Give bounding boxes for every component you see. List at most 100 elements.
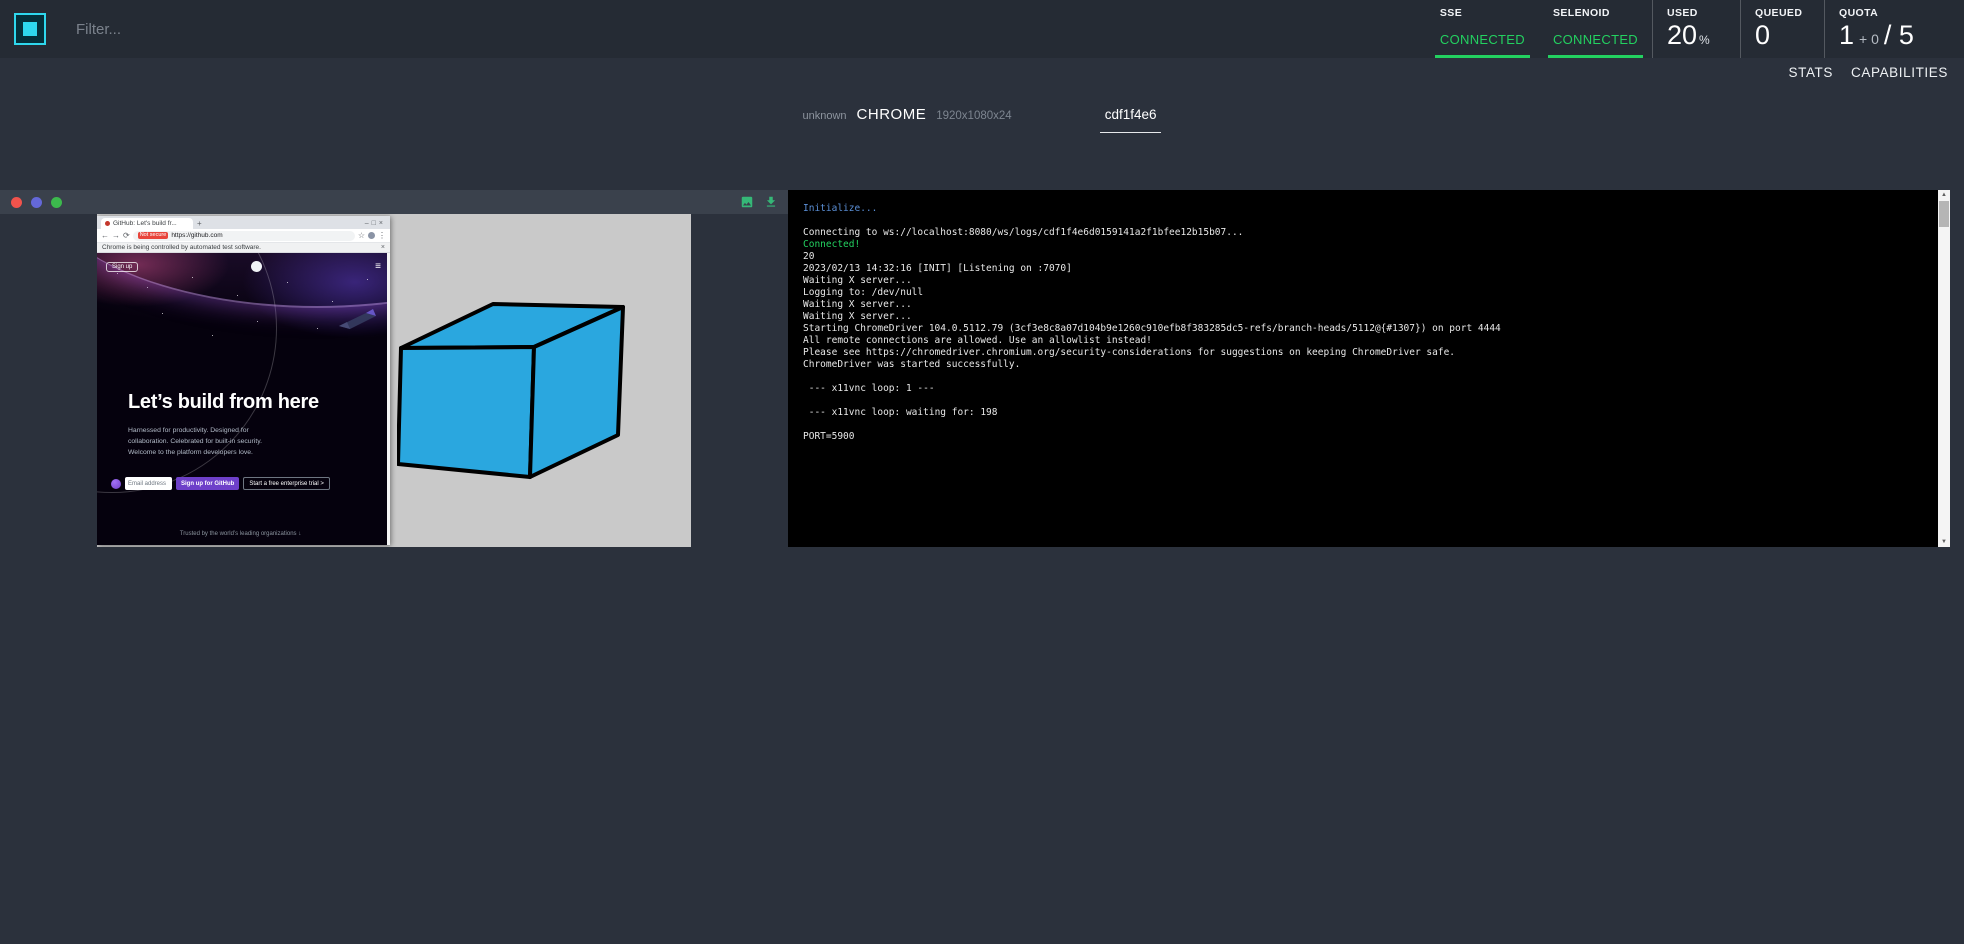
stat-selenoid: SELENOID CONNECTED xyxy=(1539,0,1652,58)
session-entry[interactable]: unknown CHROME 1920x1080x24 cdf1f4e6 xyxy=(0,106,1964,133)
stat-selenoid-value: CONNECTED xyxy=(1553,32,1638,47)
automation-infobar: Chrome is being controlled by automated … xyxy=(97,243,390,253)
log-line xyxy=(803,215,1916,227)
hero-cta-row: Email address Sign up for GitHub Start a… xyxy=(111,477,330,490)
hero-heading: Let’s build from here xyxy=(128,391,319,414)
session-id-link[interactable]: cdf1f4e6 xyxy=(1100,107,1162,133)
stat-sse-value: CONNECTED xyxy=(1440,32,1525,47)
stat-selenoid-label: SELENOID xyxy=(1553,7,1638,19)
log-line: --- x11vnc loop: waiting for: 198 xyxy=(803,407,1916,419)
stat-quota-pending: + 0 xyxy=(1859,31,1879,47)
stat-sse: SSE CONNECTED xyxy=(1426,0,1539,58)
vnc-screen[interactable]: GitHub: Let's build fr... + –□× ← → ⟳ No… xyxy=(0,214,788,547)
log-line: Initialize... xyxy=(803,203,1916,215)
forward-icon[interactable]: → xyxy=(112,232,120,240)
close-session-button[interactable] xyxy=(11,197,22,208)
stat-quota-label: QUOTA xyxy=(1839,7,1944,19)
stat-quota-limit: / 5 xyxy=(1884,22,1914,49)
expand-button[interactable] xyxy=(51,197,62,208)
code-icon[interactable] xyxy=(111,479,121,489)
vnc-actions xyxy=(740,190,778,214)
github-signup-button[interactable]: Sign up for GitHub xyxy=(176,477,239,490)
status-bar: SSE CONNECTED SELENOID CONNECTED USED 20… xyxy=(1426,0,1964,58)
log-line xyxy=(803,395,1916,407)
stat-queued-value: 0 xyxy=(1755,22,1770,49)
new-tab-icon[interactable]: + xyxy=(197,219,202,228)
spaceship-illustration xyxy=(336,305,378,331)
stat-quota-current: 1 xyxy=(1839,22,1854,49)
log-line: Please see https://chromedriver.chromium… xyxy=(803,347,1916,359)
log-line: Connected! xyxy=(803,239,1916,251)
stat-quota: QUOTA 1 + 0 / 5 xyxy=(1824,0,1964,58)
remote-browser-toolbar: ← → ⟳ Not secure https://github.com ☆ ⋮ xyxy=(97,229,390,243)
fullscreen-toggle-button[interactable] xyxy=(31,197,42,208)
log-line: 2023/02/13 14:32:16 [INIT] [Listening on… xyxy=(803,263,1916,275)
scroll-down-icon[interactable]: ▼ xyxy=(1938,537,1950,547)
top-header: SSE CONNECTED SELENOID CONNECTED USED 20… xyxy=(0,0,1964,58)
profile-avatar[interactable] xyxy=(368,232,375,239)
download-icon[interactable] xyxy=(764,195,778,209)
tab-stats[interactable]: STATS xyxy=(1789,65,1834,80)
stat-sse-label: SSE xyxy=(1440,7,1525,19)
remote-desktop[interactable]: GitHub: Let's build fr... + –□× ← → ⟳ No… xyxy=(97,214,691,547)
remote-tab-title: GitHub: Let's build fr... xyxy=(113,220,177,227)
log-line xyxy=(803,371,1916,383)
remote-browser-tab[interactable]: GitHub: Let's build fr... xyxy=(101,218,193,229)
stat-queued-label: QUEUED xyxy=(1755,7,1810,19)
remote-window-controls: –□× xyxy=(365,220,390,229)
log-line: Waiting X server... xyxy=(803,311,1916,323)
log-line: --- x11vnc loop: 1 --- xyxy=(803,383,1916,395)
stat-used-label: USED xyxy=(1667,7,1726,19)
log-scrollbar[interactable]: ▲ ▼ xyxy=(1938,190,1950,547)
infobar-close-icon[interactable]: × xyxy=(381,244,385,251)
filter-input[interactable] xyxy=(76,14,496,44)
session-resolution: 1920x1080x24 xyxy=(936,110,1011,122)
log-line: Waiting X server... xyxy=(803,275,1916,287)
close-icon[interactable]: × xyxy=(379,220,386,227)
github-page: Sign up ≡ Let’s build from here Harnesse… xyxy=(97,253,390,545)
log-line: ChromeDriver was started successfully. xyxy=(803,359,1916,371)
github-nav-signup-button[interactable]: Sign up xyxy=(106,262,138,272)
selenoid-logo[interactable] xyxy=(14,13,46,45)
log-scrollbar-thumb[interactable] xyxy=(1939,201,1949,227)
maximize-icon[interactable]: □ xyxy=(372,220,379,227)
vnc-toolbar xyxy=(0,190,788,214)
remote-page-scrollbar[interactable] xyxy=(387,253,390,545)
minimize-icon[interactable]: – xyxy=(365,220,372,227)
view-tabs: STATS CAPABILITIES xyxy=(1789,65,1949,80)
log-line: Logging to: /dev/null xyxy=(803,287,1916,299)
session-detail: GitHub: Let's build fr... + –□× ← → ⟳ No… xyxy=(0,190,1950,547)
log-line: PORT=5900 xyxy=(803,431,1916,443)
selenoid-ui-app: SSE CONNECTED SELENOID CONNECTED USED 20… xyxy=(0,0,1964,944)
enterprise-trial-button[interactable]: Start a free enterprise trial > xyxy=(243,477,330,490)
address-bar[interactable]: Not secure https://github.com xyxy=(133,231,355,241)
security-badge: Not secure xyxy=(138,232,169,239)
address-url: https://github.com xyxy=(171,232,222,239)
selenoid-logo-icon xyxy=(23,22,37,36)
log-line: Starting ChromeDriver 104.0.5112.79 (3cf… xyxy=(803,323,1916,335)
log-line: 20 xyxy=(803,251,1916,263)
session-browser-name: CHROME xyxy=(857,106,927,123)
hamburger-icon[interactable]: ≡ xyxy=(375,262,381,272)
automation-notice-text: Chrome is being controlled by automated … xyxy=(102,244,261,251)
log-line: Waiting X server... xyxy=(803,299,1916,311)
log-line: All remote connections are allowed. Use … xyxy=(803,335,1916,347)
scroll-up-icon[interactable]: ▲ xyxy=(1938,190,1950,200)
reload-icon[interactable]: ⟳ xyxy=(123,232,130,240)
blue-cube-graphic xyxy=(397,286,625,484)
remote-tabstrip: GitHub: Let's build fr... + –□× xyxy=(97,216,390,229)
github-nav: Sign up ≡ xyxy=(97,253,390,272)
tab-capabilities[interactable]: CAPABILITIES xyxy=(1851,65,1948,80)
hero-footer-note: Trusted by the world’s leading organizat… xyxy=(97,531,384,537)
stat-used-value: 20 xyxy=(1667,22,1697,49)
vnc-panel: GitHub: Let's build fr... + –□× ← → ⟳ No… xyxy=(0,190,788,547)
back-icon[interactable]: ← xyxy=(101,232,109,240)
screenshot-icon[interactable] xyxy=(740,195,754,209)
remote-browser-window: GitHub: Let's build fr... + –□× ← → ⟳ No… xyxy=(97,216,390,545)
email-field[interactable]: Email address xyxy=(125,477,172,490)
bookmark-star-icon[interactable]: ☆ xyxy=(358,232,365,240)
github-logo-icon[interactable] xyxy=(251,261,262,272)
hero-subtext: Harnessed for productivity. Designed for… xyxy=(128,425,280,459)
browser-menu-icon[interactable]: ⋮ xyxy=(378,232,386,240)
session-log-panel: Initialize...Connecting to ws://localhos… xyxy=(788,190,1950,547)
